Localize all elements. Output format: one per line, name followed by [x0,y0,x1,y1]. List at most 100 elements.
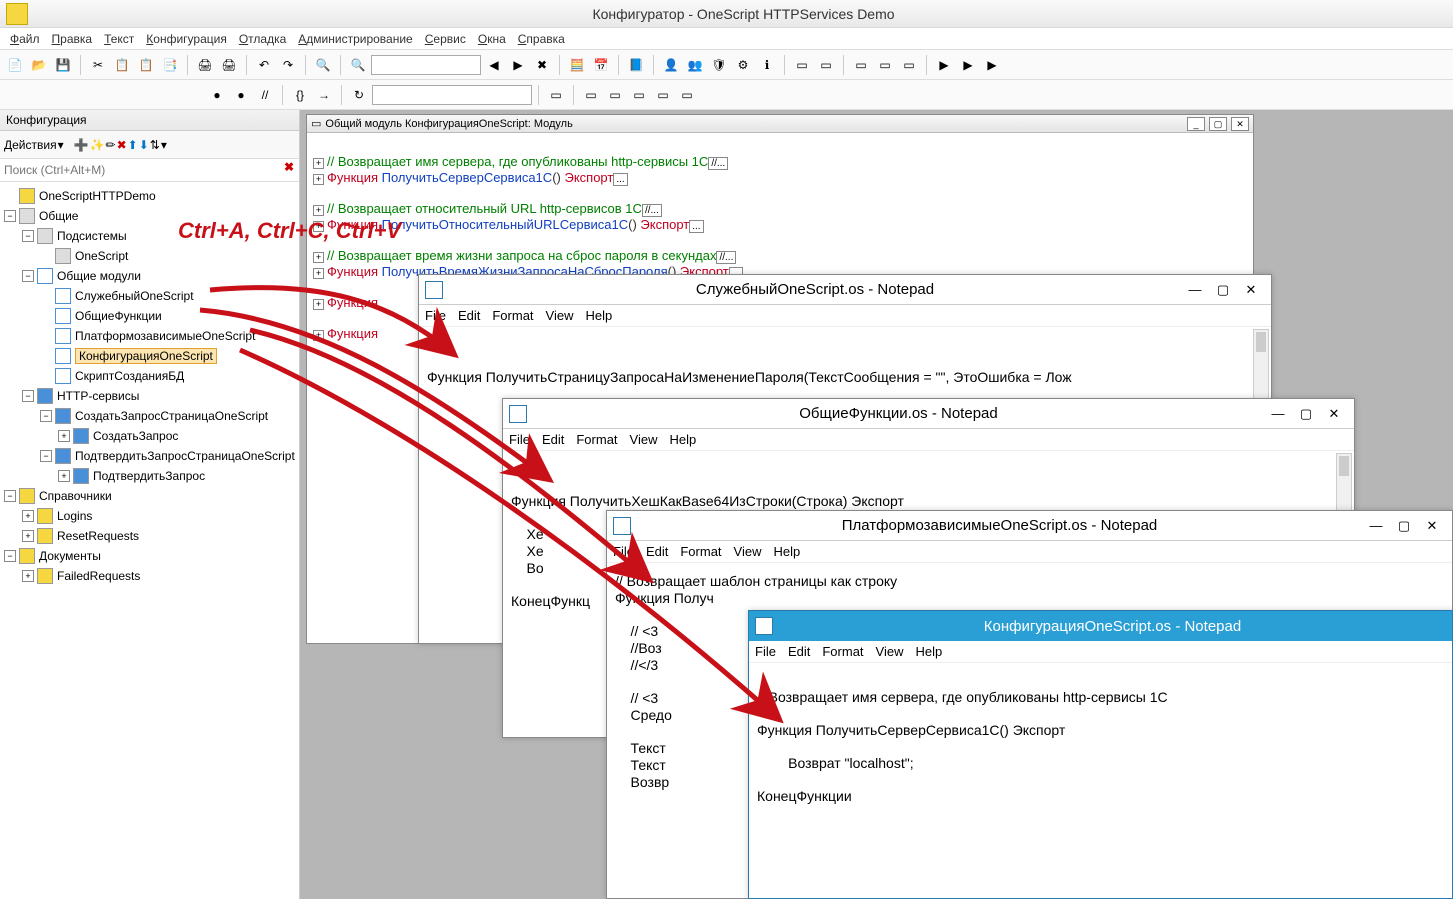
np1-max[interactable]: ▢ [1209,279,1237,301]
tree-doc-failed[interactable]: +FailedRequests [0,566,299,586]
tool2-icon[interactable]: ▭ [604,84,626,106]
next-icon[interactable]: ▶ [507,54,529,76]
np2-close[interactable]: ✕ [1320,403,1348,425]
save-icon[interactable]: 💾 [52,54,74,76]
np1-close[interactable]: ✕ [1237,279,1265,301]
preview-icon[interactable]: 🖨 [218,54,240,76]
tree-subsystem-onescript[interactable]: OneScript [0,246,299,266]
open-icon[interactable]: 📂 [28,54,50,76]
tree-http-services[interactable]: −HTTP-сервисы [0,386,299,406]
tree-common[interactable]: −Общие [0,206,299,226]
users-icon[interactable]: 👥 [684,54,706,76]
run-icon[interactable]: ▶ [933,54,955,76]
code-maximize[interactable]: ▢ [1209,117,1227,131]
wand-icon[interactable]: ✨ [90,138,105,152]
run2-icon[interactable]: ▶ [957,54,979,76]
new-icon[interactable]: 📄 [4,54,26,76]
dbg1-icon[interactable]: ▭ [850,54,872,76]
tree-catalog-logins[interactable]: +Logins [0,506,299,526]
proc-icon[interactable]: {} [289,84,311,106]
dbg3-icon[interactable]: ▭ [898,54,920,76]
tree-common-modules[interactable]: −Общие модули [0,266,299,286]
proc-combo[interactable] [372,85,532,105]
np1-min[interactable]: — [1181,279,1209,301]
prev-icon[interactable]: ◀ [483,54,505,76]
print-icon[interactable]: 🖨 [194,54,216,76]
bp-icon[interactable]: ● [206,84,228,106]
tree-http-create-page[interactable]: −СоздатьЗапросСтраницаOneScript [0,406,299,426]
goto-icon[interactable]: → [313,84,335,106]
tree-http-confirm[interactable]: +ПодтвердитьЗапрос [0,466,299,486]
syntax-icon[interactable]: 📘 [625,54,647,76]
tool1-icon[interactable]: ▭ [580,84,602,106]
np1-body[interactable]: Функция ПолучитьСтраницуЗапросаНаИзменен… [419,327,1271,396]
edit-icon[interactable]: ✏ [106,138,116,152]
role-icon[interactable]: 🛡 [708,54,730,76]
calendar-icon[interactable]: 📅 [590,54,612,76]
menu-config[interactable]: Конфигурация [146,32,227,46]
np-format[interactable]: Format [492,308,533,323]
menu-debug[interactable]: Отладка [239,32,286,46]
tree-catalog-reset[interactable]: +ResetRequests [0,526,299,546]
close-search-icon[interactable]: ✖ [531,54,553,76]
tool4-icon[interactable]: ▭ [652,84,674,106]
zoom-icon[interactable]: 🔍 [347,54,369,76]
np-edit[interactable]: Edit [458,308,480,323]
dbg2-icon[interactable]: ▭ [874,54,896,76]
comment-icon[interactable]: // [254,84,276,106]
np3-max[interactable]: ▢ [1390,515,1418,537]
find-icon[interactable]: 🔍 [312,54,334,76]
tree-http-create[interactable]: +СоздатьЗапрос [0,426,299,446]
refresh-icon[interactable]: ↻ [348,84,370,106]
actions-dropdown[interactable]: Действия [4,138,57,152]
np-view[interactable]: View [546,308,574,323]
np3-min[interactable]: — [1362,515,1390,537]
calc-icon[interactable]: 🧮 [566,54,588,76]
delete-icon[interactable]: ✖ [117,138,127,152]
undo-icon[interactable]: ↶ [253,54,275,76]
config-search-close[interactable]: ✖ [279,160,299,180]
cut-icon[interactable]: ✂ [87,54,109,76]
np2-max[interactable]: ▢ [1292,403,1320,425]
code-minimize[interactable]: _ [1187,117,1205,131]
down-icon[interactable]: ⬇ [139,138,149,152]
bp2-icon[interactable]: ● [230,84,252,106]
menu-help[interactable]: Справка [518,32,565,46]
tree-module-obsh[interactable]: ОбщиеФункции [0,306,299,326]
tree-module-konf[interactable]: КонфигурацияOneScript [0,346,299,366]
help-icon[interactable]: ℹ [756,54,778,76]
tree-module-platf[interactable]: ПлатформозависимыеOneScript [0,326,299,346]
tree-root[interactable]: OneScriptHTTPDemo [0,186,299,206]
struct-icon[interactable]: ▭ [545,84,567,106]
np4-body[interactable]: // Возвращает имя сервера, где опубликов… [749,663,1452,815]
tool5-icon[interactable]: ▭ [676,84,698,106]
paste-icon[interactable]: 📋 [135,54,157,76]
filter-icon[interactable]: ▾ [161,138,167,152]
user-icon[interactable]: 👤 [660,54,682,76]
menu-window[interactable]: Окна [478,32,506,46]
tree-subsystems[interactable]: −Подсистемы [0,226,299,246]
add-item-icon[interactable]: ➕ [74,138,89,152]
tree-http-confirm-page[interactable]: −ПодтвердитьЗапросСтраницаOneScript [0,446,299,466]
np-file[interactable]: File [425,308,446,323]
np2-min[interactable]: — [1264,403,1292,425]
menu-edit[interactable]: Правка [52,32,93,46]
menu-service[interactable]: Сервис [425,32,466,46]
code-close[interactable]: ✕ [1231,117,1249,131]
config-search-input[interactable] [0,159,279,181]
copy-icon[interactable]: 📋 [111,54,133,76]
tree-catalogs[interactable]: −Справочники [0,486,299,506]
np-help[interactable]: Help [585,308,612,323]
win1-icon[interactable]: ▭ [791,54,813,76]
tool3-icon[interactable]: ▭ [628,84,650,106]
tree-module-sluzh[interactable]: СлужебныйOneScript [0,286,299,306]
np3-close[interactable]: ✕ [1418,515,1446,537]
compare-icon[interactable]: 📑 [159,54,181,76]
win2-icon[interactable]: ▭ [815,54,837,76]
tree-module-script[interactable]: СкриптСозданияБД [0,366,299,386]
settings-icon[interactable]: ⚙ [732,54,754,76]
sort-icon[interactable]: ⇅ [150,138,160,152]
menu-text[interactable]: Текст [104,32,134,46]
redo-icon[interactable]: ↷ [277,54,299,76]
menu-admin[interactable]: Администрирование [298,32,412,46]
